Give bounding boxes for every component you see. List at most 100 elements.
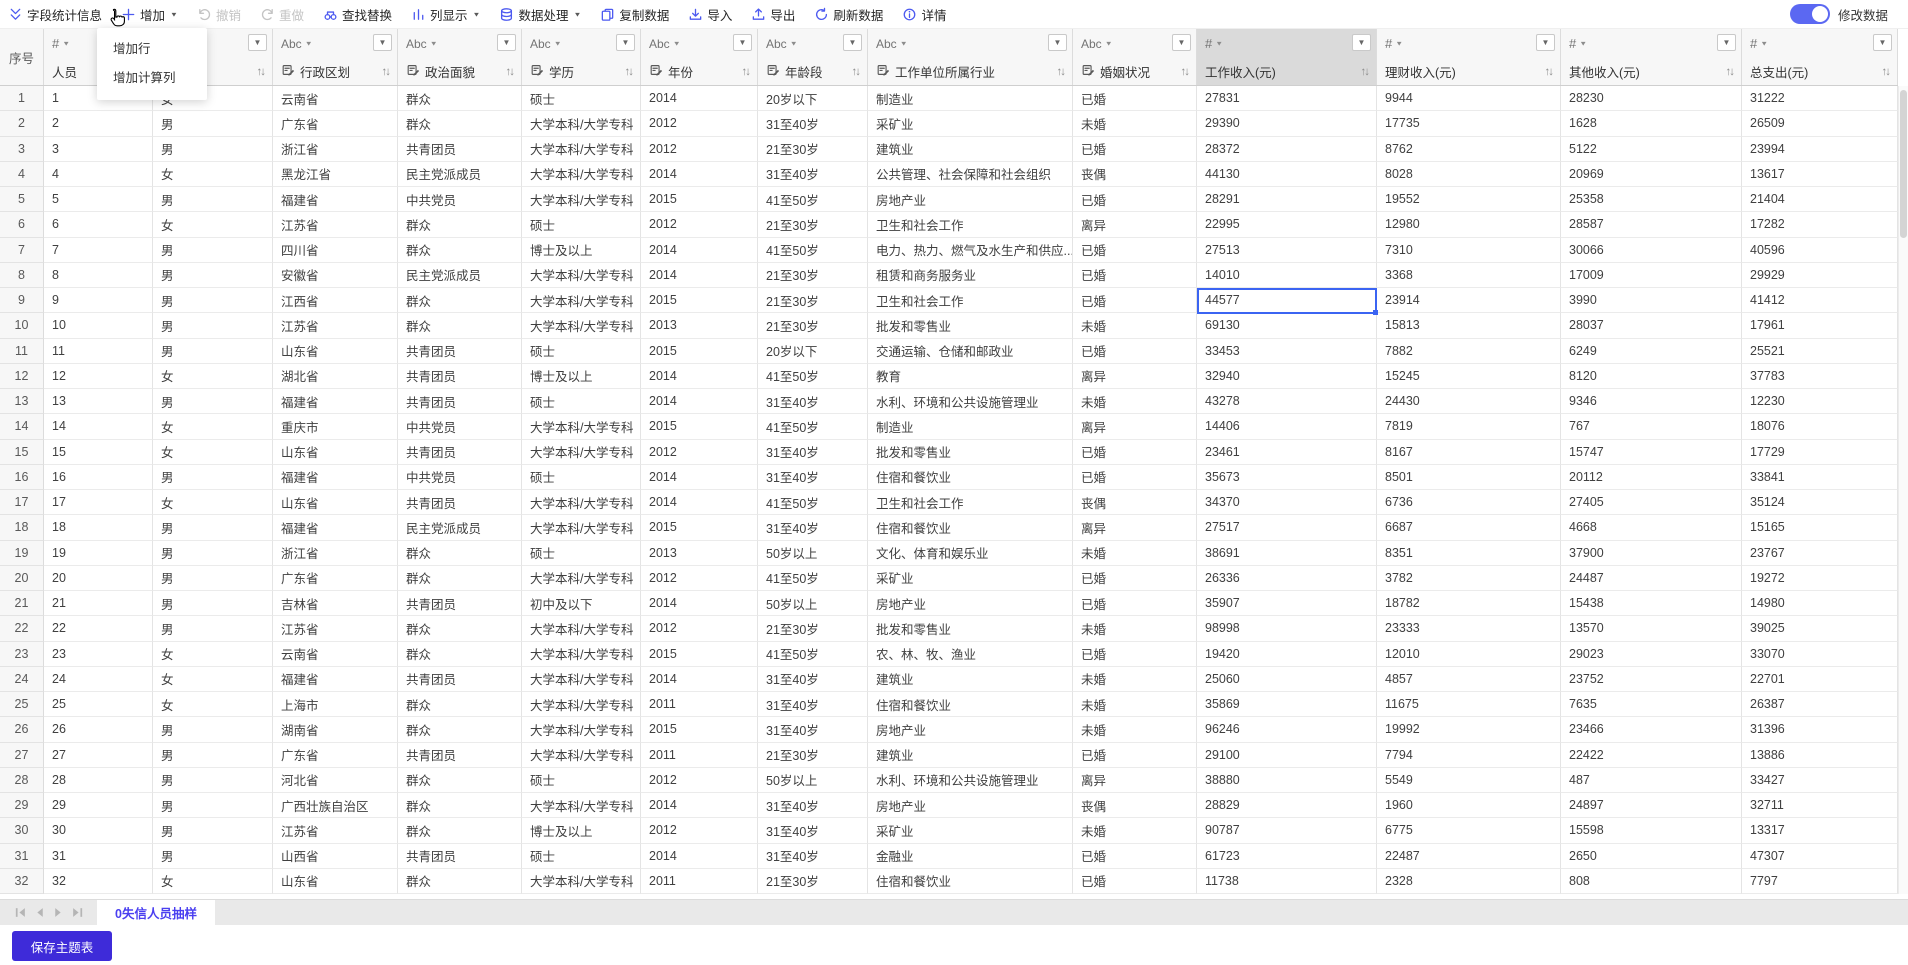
table-cell[interactable]: 大学本科/大学专科 <box>522 793 641 819</box>
table-cell[interactable]: 民主党派成员 <box>398 161 522 187</box>
table-cell[interactable]: 已婚 <box>1073 262 1197 288</box>
table-cell[interactable]: 12230 <box>1742 389 1898 415</box>
table-cell[interactable]: 上海市 <box>273 692 398 718</box>
table-cell[interactable]: 安徽省 <box>273 262 398 288</box>
table-cell[interactable]: 2014 <box>641 464 758 490</box>
table-cell[interactable]: 23994 <box>1742 136 1898 162</box>
table-cell[interactable]: 公共管理、社会保障和社会组织 <box>868 161 1073 187</box>
table-cell[interactable]: 2015 <box>641 717 758 743</box>
table-cell[interactable]: 男 <box>153 389 273 415</box>
table-cell[interactable]: 2014 <box>641 490 758 516</box>
table-cell[interactable]: 29 <box>44 793 153 819</box>
table-cell[interactable]: 采矿业 <box>868 818 1073 844</box>
table-cell[interactable]: 41至50岁 <box>758 565 868 591</box>
table-cell[interactable]: 房地产业 <box>868 717 1073 743</box>
table-cell[interactable]: 男 <box>153 237 273 263</box>
row-index-cell[interactable]: 30 <box>0 818 44 844</box>
table-cell[interactable]: 共青团员 <box>398 363 522 389</box>
row-index-cell[interactable]: 8 <box>0 262 44 288</box>
row-index-cell[interactable]: 13 <box>0 389 44 415</box>
table-cell[interactable]: 21 <box>44 591 153 617</box>
table-cell[interactable]: 大学本科/大学专科 <box>522 717 641 743</box>
prev-page-icon[interactable] <box>31 905 47 921</box>
table-cell[interactable]: 4668 <box>1561 515 1742 541</box>
toolbar-item-plus[interactable]: 增加 ▼ <box>121 5 178 24</box>
sort-icon[interactable]: ↑↓ <box>852 66 862 78</box>
table-cell[interactable]: 2014 <box>641 262 758 288</box>
table-cell[interactable]: 群众 <box>398 692 522 718</box>
table-cell[interactable]: 广东省 <box>273 565 398 591</box>
table-cell[interactable]: 31222 <box>1742 86 1898 112</box>
table-cell[interactable]: 21至30岁 <box>758 868 868 894</box>
table-cell[interactable]: 共青团员 <box>398 666 522 692</box>
table-cell[interactable]: 28372 <box>1197 136 1377 162</box>
table-cell[interactable]: 17735 <box>1377 111 1561 137</box>
modify-data-toggle[interactable] <box>1789 4 1830 24</box>
next-page-icon[interactable] <box>50 905 66 921</box>
sort-icon[interactable]: ↑↓ <box>1361 66 1371 78</box>
table-cell[interactable]: 20岁以下 <box>758 86 868 112</box>
table-cell[interactable]: 11 <box>44 338 153 364</box>
table-cell[interactable]: 19272 <box>1742 565 1898 591</box>
table-cell[interactable]: 江苏省 <box>273 212 398 238</box>
table-cell[interactable]: 硕士 <box>522 86 641 112</box>
table-cell[interactable]: 40596 <box>1742 237 1898 263</box>
table-cell[interactable]: 制造业 <box>868 86 1073 112</box>
table-cell[interactable]: 15438 <box>1561 591 1742 617</box>
table-cell[interactable]: 住宿和餐饮业 <box>868 868 1073 894</box>
table-cell[interactable]: 2328 <box>1377 868 1561 894</box>
table-cell[interactable]: 共青团员 <box>398 439 522 465</box>
table-cell[interactable]: 女 <box>153 414 273 440</box>
table-cell[interactable]: 50岁以上 <box>758 591 868 617</box>
table-cell[interactable]: 江苏省 <box>273 818 398 844</box>
table-cell[interactable]: 27405 <box>1561 490 1742 516</box>
sort-icon[interactable]: ↑↓ <box>1726 66 1736 78</box>
table-cell[interactable]: 17729 <box>1742 439 1898 465</box>
scrollbar-thumb[interactable] <box>1900 90 1907 238</box>
table-cell[interactable]: 43278 <box>1197 389 1377 415</box>
table-cell[interactable]: 31至40岁 <box>758 843 868 869</box>
table-cell[interactable]: 34370 <box>1197 490 1377 516</box>
table-cell[interactable]: 19552 <box>1377 187 1561 213</box>
table-cell[interactable]: 2014 <box>641 389 758 415</box>
column-header[interactable]: Abc ▼ ▼ 婚姻状况 ↑↓ <box>1073 29 1197 85</box>
vertical-scrollbar[interactable] <box>1898 86 1908 894</box>
table-cell[interactable]: 群众 <box>398 616 522 642</box>
table-cell[interactable]: 27513 <box>1197 237 1377 263</box>
row-index-cell[interactable]: 11 <box>0 338 44 364</box>
table-cell[interactable]: 21至30岁 <box>758 742 868 768</box>
table-cell[interactable]: 女 <box>153 692 273 718</box>
table-cell[interactable]: 6249 <box>1561 338 1742 364</box>
table-cell[interactable]: 2013 <box>641 313 758 339</box>
table-cell[interactable]: 1628 <box>1561 111 1742 137</box>
table-cell[interactable]: 31至40岁 <box>758 717 868 743</box>
table-cell[interactable]: 23767 <box>1742 540 1898 566</box>
table-cell[interactable]: 23461 <box>1197 439 1377 465</box>
row-index-cell[interactable]: 3 <box>0 136 44 162</box>
table-cell[interactable]: 初中及以下 <box>522 591 641 617</box>
table-cell[interactable]: 2 <box>44 111 153 137</box>
table-cell[interactable]: 28587 <box>1561 212 1742 238</box>
table-cell[interactable]: 18782 <box>1377 591 1561 617</box>
row-index-cell[interactable]: 32 <box>0 868 44 894</box>
table-cell[interactable]: 中共党员 <box>398 464 522 490</box>
table-cell[interactable]: 河北省 <box>273 767 398 793</box>
table-cell[interactable]: 2012 <box>641 212 758 238</box>
table-cell[interactable]: 31 <box>44 843 153 869</box>
table-cell[interactable]: 41至50岁 <box>758 363 868 389</box>
table-cell[interactable]: 教育 <box>868 363 1073 389</box>
table-cell[interactable]: 13617 <box>1742 161 1898 187</box>
table-cell[interactable]: 18 <box>44 515 153 541</box>
table-cell[interactable]: 未婚 <box>1073 818 1197 844</box>
table-cell[interactable]: 离异 <box>1073 363 1197 389</box>
table-cell[interactable]: 大学本科/大学专科 <box>522 666 641 692</box>
table-cell[interactable]: 大学本科/大学专科 <box>522 616 641 642</box>
table-cell[interactable]: 14010 <box>1197 262 1377 288</box>
table-cell[interactable]: 487 <box>1561 767 1742 793</box>
column-filter-button[interactable]: ▼ <box>497 34 516 51</box>
table-cell[interactable]: 浙江省 <box>273 540 398 566</box>
row-index-cell[interactable]: 6 <box>0 212 44 238</box>
table-cell[interactable]: 群众 <box>398 767 522 793</box>
column-header[interactable]: Abc ▼ ▼ 年份 ↑↓ <box>641 29 758 85</box>
row-index-cell[interactable]: 17 <box>0 490 44 516</box>
